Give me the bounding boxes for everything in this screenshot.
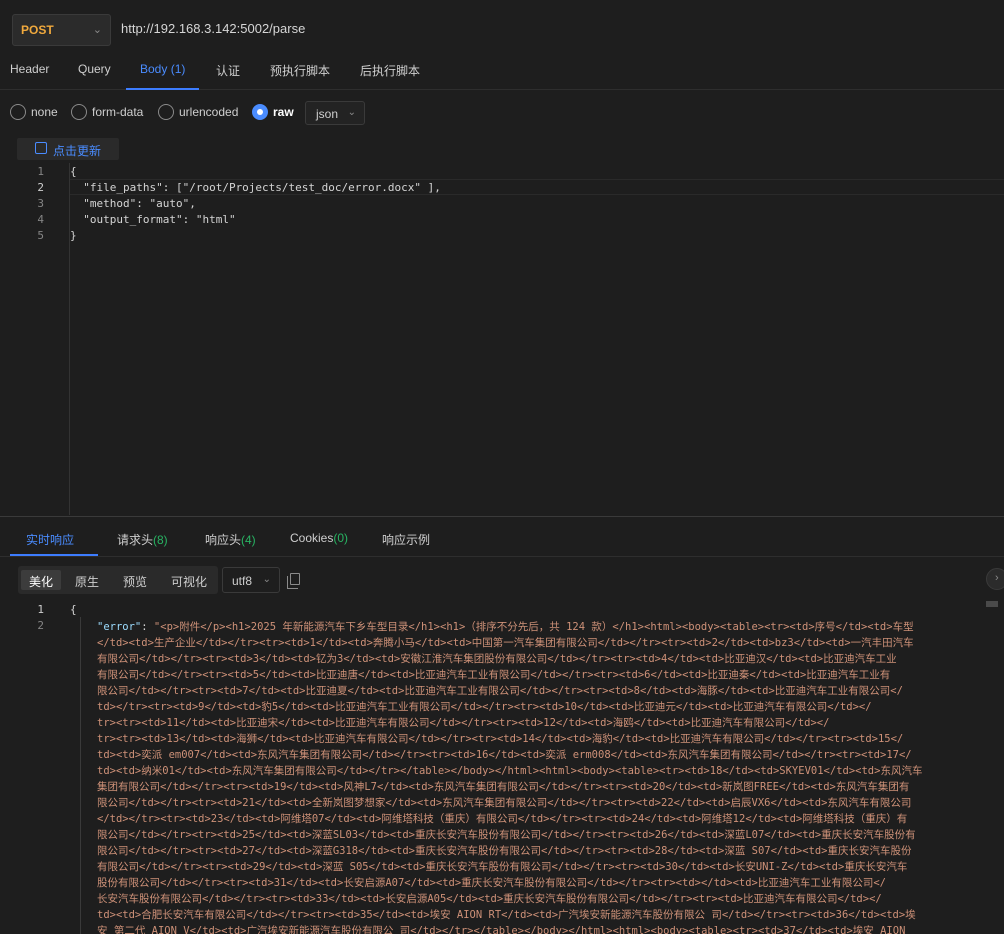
response-scrollbar[interactable] [984, 601, 998, 934]
response-line: 限公司</td></tr><tr><td>25</td><td>深蓝SL03</… [97, 829, 916, 841]
code-line: "file_paths": ["/root/Projects/test_doc/… [70, 181, 441, 194]
tab-response-headers[interactable]: 响应头(4) [205, 531, 256, 548]
edit-icon [35, 142, 47, 154]
tab-live-response[interactable]: 实时响应 [26, 531, 74, 548]
tab-header[interactable]: Header [10, 62, 49, 76]
view-mode-raw[interactable]: 原生 [67, 570, 107, 590]
method-select[interactable]: POST ⌄ [12, 14, 111, 46]
response-body-viewer[interactable]: 1 2 { "error": "<p>附件</p><h1>2025 年新能源汽车… [10, 601, 984, 934]
chevron-right-icon: › [995, 572, 999, 584]
response-line: 有限公司</td></tr><tr><td>29</td><td>深蓝 S05<… [97, 861, 908, 873]
line-number: 2 [37, 619, 44, 632]
response-line: 有限公司</td></tr><tr><td>5</td><td>比亚迪唐</td… [97, 669, 891, 681]
radio-urlencoded[interactable] [158, 104, 174, 120]
encoding-value: utf8 [232, 574, 253, 588]
tab-query[interactable]: Query [78, 62, 111, 76]
view-mode-pretty[interactable]: 美化 [21, 570, 62, 590]
response-line: "error": "<p>附件</p><h1>2025 年新能源汽车下乡车型目录… [97, 621, 914, 633]
line-number: 5 [37, 229, 44, 242]
response-key: "error" [97, 621, 142, 633]
request-tabs: Header Query Body (1) 认证 预执行脚本 后执行脚本 [0, 56, 1004, 90]
response-tabs: 实时响应 请求头(8) 响应头(4) Cookies(0) 响应示例 [0, 517, 1004, 557]
response-line: 长安汽车股份有限公司</td></tr><tr><td>33</td><td>长… [97, 893, 882, 905]
chevron-down-icon: ⌄ [262, 574, 271, 585]
request-body-editor[interactable]: 1 2 3 4 5 { "file_paths": ["/root/Projec… [10, 163, 1004, 515]
line-number: 4 [37, 213, 44, 226]
radio-form-data[interactable] [71, 104, 87, 120]
body-format-select[interactable]: json ⌄ [305, 101, 365, 125]
url-bar: POST ⌄ http://192.168.3.142:5002/parse [0, 0, 1004, 60]
response-line: 限公司</td></tr><tr><td>7</td><td>比亚迪夏</td>… [97, 685, 903, 697]
response-line: 股份有限公司</td></tr><tr><td>31</td><td>长安启源A… [97, 877, 887, 889]
code-line: { [70, 165, 77, 178]
code-line: "output_format": "html" [70, 213, 236, 226]
tab-response-examples[interactable]: 响应示例 [382, 531, 430, 548]
tab-cookies[interactable]: Cookies(0) [290, 531, 348, 545]
scrollbar-thumb[interactable] [986, 601, 998, 607]
update-button-label: 点击更新 [53, 144, 102, 158]
chevron-down-icon: ⌄ [347, 107, 356, 118]
response-line: 有限公司</td></tr><tr><td>3</td><td>钇为3</td>… [97, 653, 897, 665]
view-mode-visualize[interactable]: 可视化 [163, 570, 215, 590]
radio-raw[interactable] [252, 104, 268, 120]
line-number: 1 [37, 603, 44, 616]
tab-request-headers[interactable]: 请求头(8) [117, 531, 168, 548]
view-mode-preview[interactable]: 预览 [115, 570, 155, 590]
tab-body[interactable]: Body (1) [125, 62, 200, 90]
url-input[interactable]: http://192.168.3.142:5002/parse [121, 21, 305, 36]
response-line: td><td>合肥长安汽车有限公司</td></tr><tr><td>35</t… [97, 909, 916, 921]
response-open-brace: { [70, 603, 77, 616]
line-number: 3 [37, 197, 44, 210]
response-line: tr><tr><td>13</td><td>海狮</td><td>比亚迪汽车有限… [97, 733, 904, 745]
radio-none-label: none [31, 105, 58, 119]
radio-urlencoded-label: urlencoded [179, 105, 239, 119]
response-line: 限公司</td></tr><tr><td>27</td><td>深蓝G318</… [97, 845, 912, 857]
response-line: td></tr><tr><td>9</td><td>豹5</td><td>比亚迪… [97, 701, 872, 713]
response-line: </td><td>生产企业</td></tr><tr><td>1</td><td… [97, 637, 914, 649]
radio-none[interactable] [10, 104, 26, 120]
chevron-down-icon: ⌄ [92, 24, 102, 36]
method-label: POST [21, 23, 54, 37]
line-number: 2 [37, 181, 44, 194]
body-type-radios: none form-data urlencoded raw [0, 96, 1004, 130]
response-line: 限公司</td></tr><tr><td>21</td><td>全新岚图梦想家<… [97, 797, 912, 809]
radio-form-data-label: form-data [92, 105, 144, 119]
line-number: 1 [37, 165, 44, 178]
radio-raw-label: raw [273, 105, 294, 119]
view-mode-toggle: 美化 原生 预览 可视化 [18, 566, 218, 594]
indent-guide [80, 617, 81, 934]
tab-pre-script[interactable]: 预执行脚本 [270, 62, 330, 79]
tab-post-script[interactable]: 后执行脚本 [360, 62, 420, 79]
response-line: tr><tr><td>11</td><td>比亚迪宋</td><td>比亚迪汽车… [97, 717, 830, 729]
response-line: td><td>奕派 em007</td><td>东风汽车集团有限公司</td><… [97, 749, 912, 761]
expand-panel-button[interactable]: › [986, 568, 1004, 590]
response-line: 安 第二代 AION V</td><td>广汽埃安新能源汽车股份有限公 司</t… [97, 925, 906, 934]
response-line: </td></tr><tr><td>23</td><td>阿维塔07</td><… [97, 813, 908, 825]
update-button[interactable]: 点击更新 [17, 138, 119, 160]
code-line: } [70, 229, 77, 242]
body-format-value: json [316, 107, 339, 121]
encoding-select[interactable]: utf8 ⌄ [222, 567, 280, 593]
response-line: td><td>纳米01</td><td>东风汽车集团有限公司</td></tr>… [97, 765, 923, 777]
active-tab-underline [10, 554, 98, 556]
response-line: 集团有限公司</td></tr><tr><td>19</td><td>风神L7<… [97, 781, 910, 793]
editor-gutter: 1 2 3 4 5 [10, 163, 70, 515]
copy-icon[interactable] [287, 573, 300, 589]
code-line: "method": "auto", [70, 197, 196, 210]
tab-auth[interactable]: 认证 [216, 62, 240, 79]
